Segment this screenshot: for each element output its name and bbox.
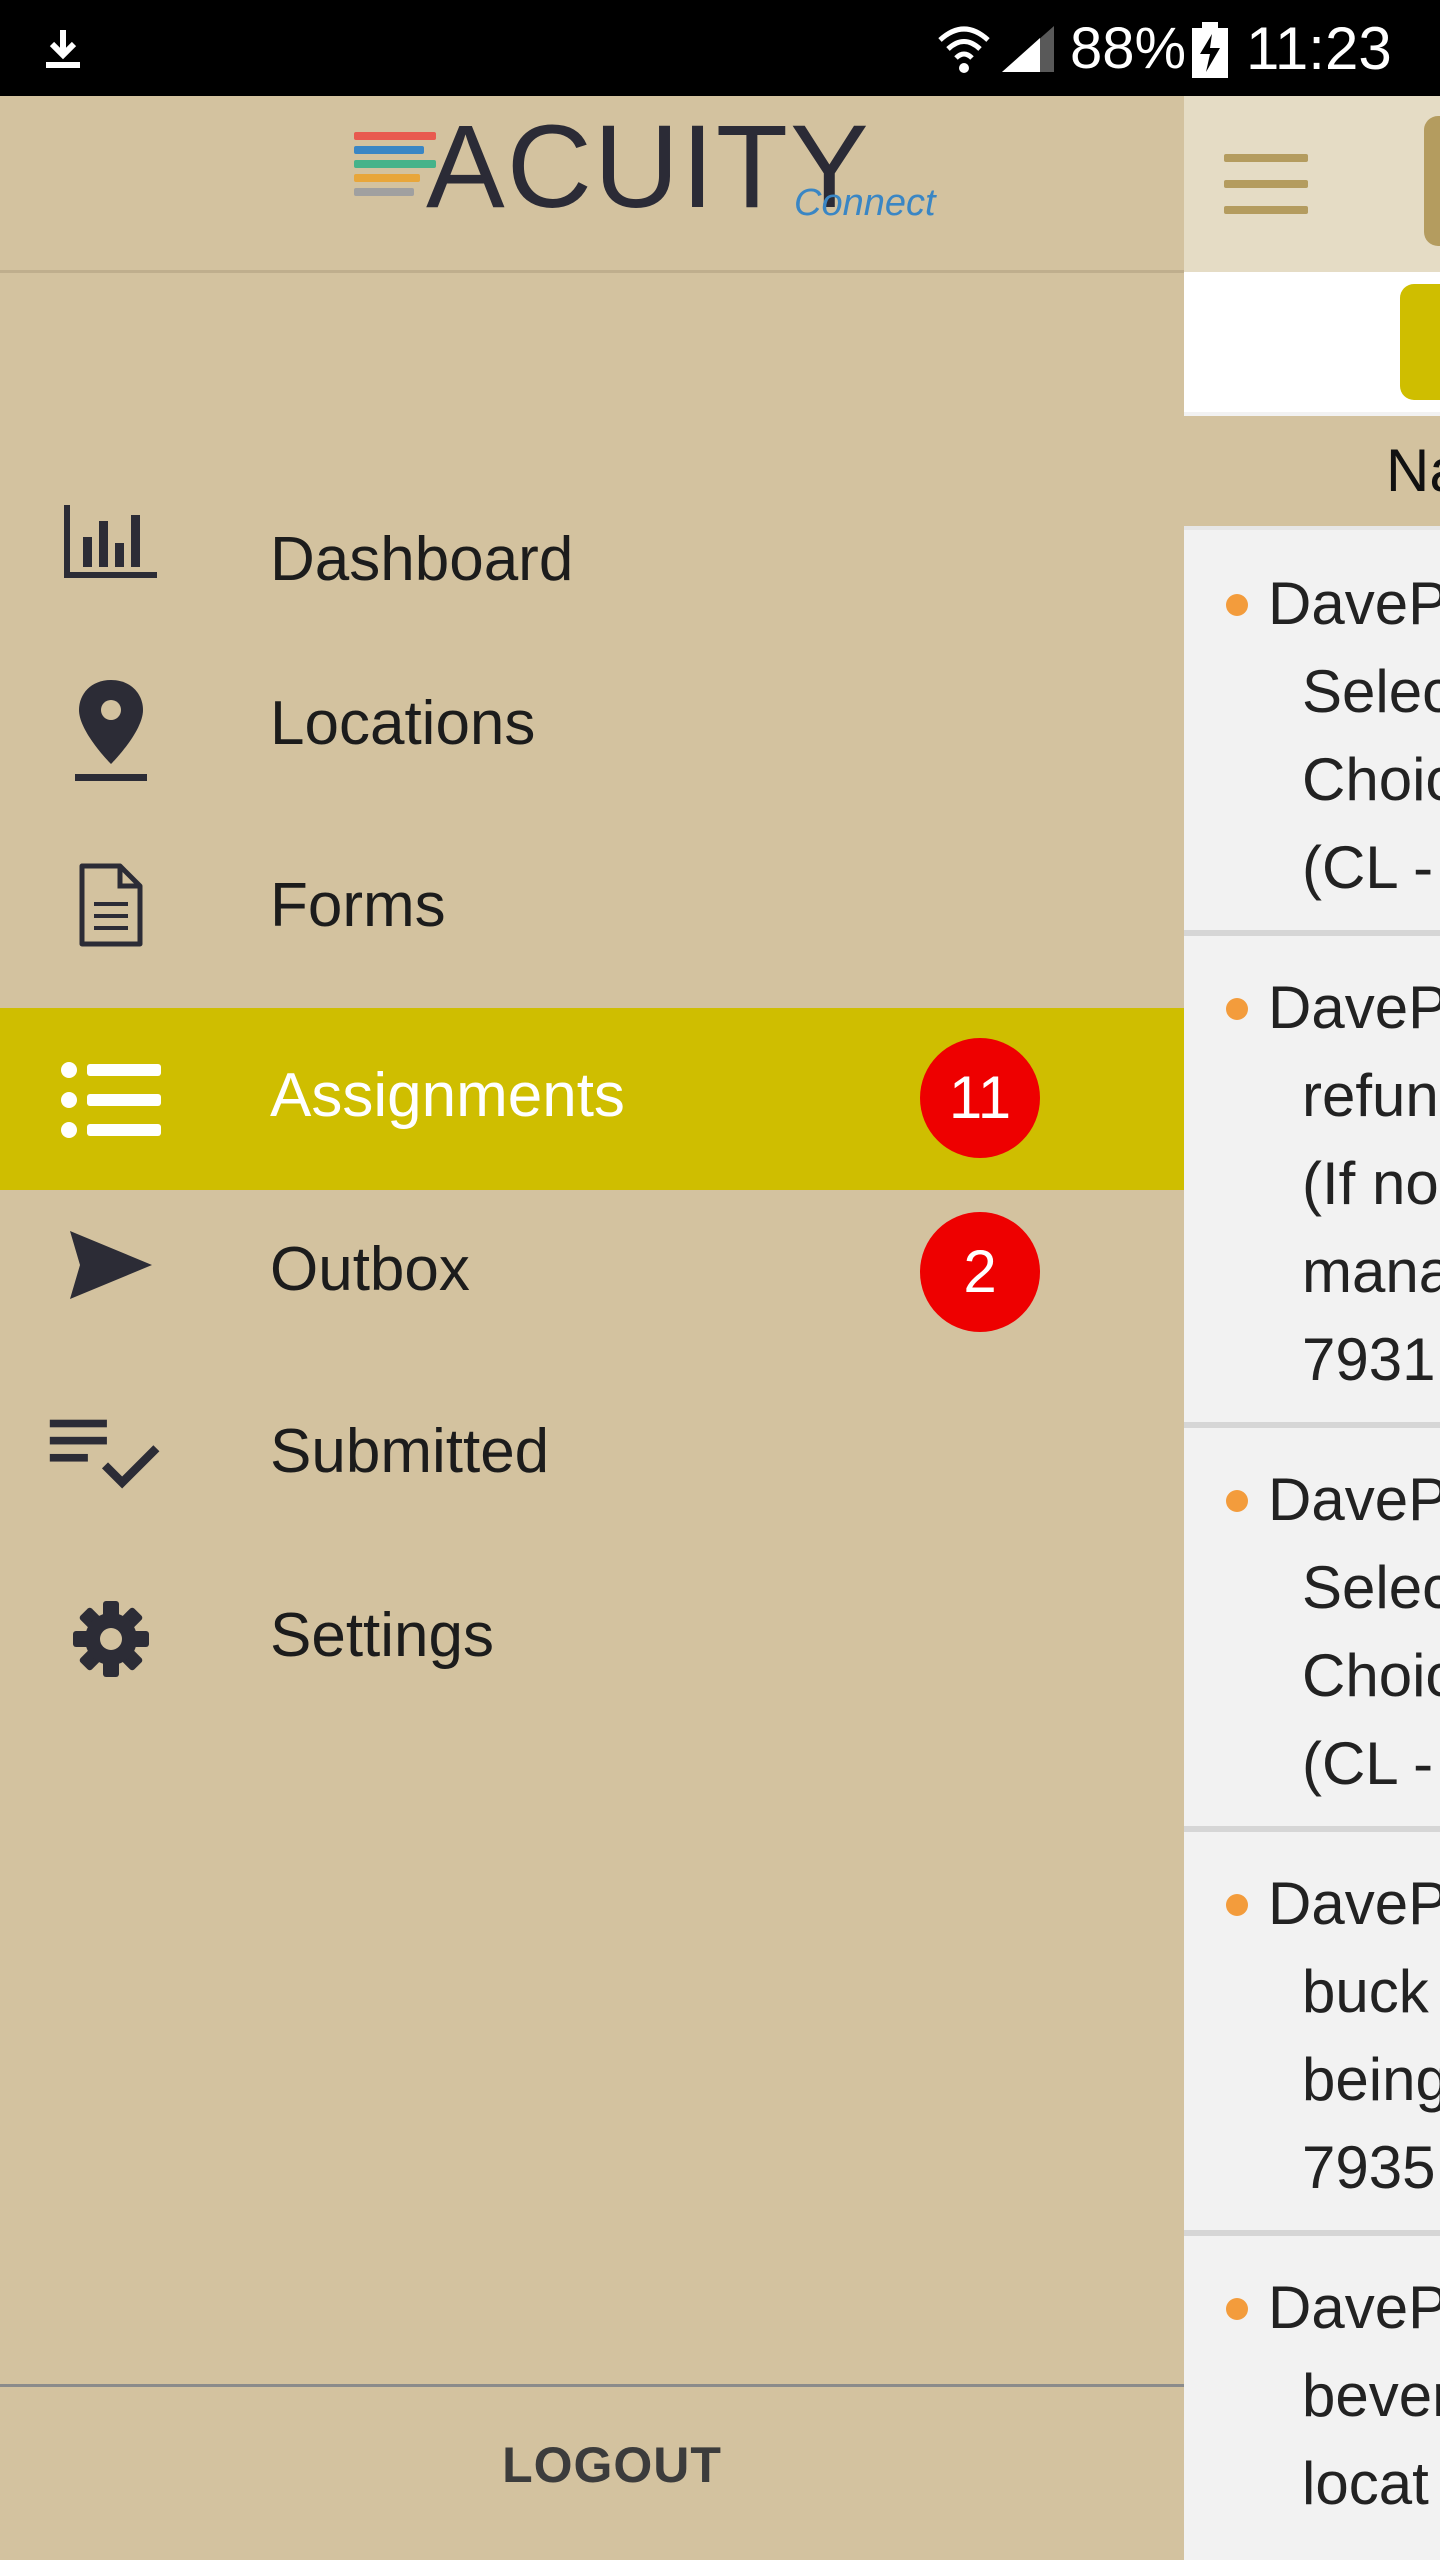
menu-label-submitted: Submitted xyxy=(270,1417,550,1486)
signal-icon xyxy=(1002,26,1054,72)
gear-icon xyxy=(52,1580,170,1698)
battery-charging-icon xyxy=(1192,22,1228,78)
status-bar: 88% 11:23 xyxy=(0,0,1440,96)
menu-label-locations: Locations xyxy=(270,689,536,758)
document-icon xyxy=(52,846,170,964)
hamburger-menu-icon[interactable] xyxy=(1224,154,1308,214)
list-item-text: Choic xyxy=(1302,746,1440,813)
list-item-text: 7931 xyxy=(1302,1326,1436,1393)
list-item-text: DaveP xyxy=(1268,1466,1440,1533)
menu-item-dashboard[interactable]: Dashboard xyxy=(0,470,1184,652)
list-item-text: Selec xyxy=(1302,658,1440,725)
list-item[interactable]: DaveP Selec Choic (CL - xyxy=(1184,1428,1440,1832)
menu-label-assignments: Assignments xyxy=(270,1061,625,1130)
list-item-text: being xyxy=(1302,2046,1440,2113)
logout-button[interactable]: LOGOUT xyxy=(0,2436,1184,2494)
app-bar-action-button[interactable] xyxy=(1424,116,1440,246)
list-item-text: DaveP xyxy=(1268,570,1440,637)
download-icon xyxy=(46,30,80,68)
menu-item-locations[interactable]: Locations xyxy=(0,646,1184,828)
list-icon xyxy=(52,1042,170,1160)
status-bullet-icon xyxy=(1226,1894,1248,1916)
list-item-text: DaveP xyxy=(1268,2274,1440,2341)
navigation-drawer: ACUITY Connect Dashboard Locations Forms… xyxy=(0,96,1184,2560)
list-item-text: (If no xyxy=(1302,1150,1439,1217)
wifi-icon xyxy=(938,26,990,73)
list-item-text: DaveP xyxy=(1268,974,1440,1041)
list-item[interactable]: DaveP refun (If no mana 7931 xyxy=(1184,936,1440,1428)
menu-label-dashboard: Dashboard xyxy=(270,525,574,594)
bar-chart-icon xyxy=(52,482,170,600)
list-item-text: Choic xyxy=(1302,1642,1440,1709)
list-item[interactable]: DaveP bever locat xyxy=(1184,2236,1440,2560)
assignments-list-panel: Na DaveP Selec Choic (CL - DaveP refun (… xyxy=(1184,96,1440,2560)
list-item[interactable]: DaveP Selec Choic (CL - xyxy=(1184,530,1440,936)
location-pin-icon xyxy=(52,670,170,788)
acuity-connect-logo: ACUITY Connect xyxy=(354,108,964,226)
menu-label-forms: Forms xyxy=(270,871,446,940)
checklist-icon xyxy=(46,1394,164,1512)
status-bullet-icon xyxy=(1226,998,1248,1020)
status-bullet-icon xyxy=(1226,594,1248,616)
send-icon xyxy=(52,1206,170,1324)
logo-subtitle: Connect xyxy=(794,182,936,224)
list-item-text: mana xyxy=(1302,1238,1440,1305)
list-item-text: (CL - xyxy=(1302,834,1434,901)
filter-button[interactable] xyxy=(1400,284,1440,400)
menu-label-outbox: Outbox xyxy=(270,1235,470,1304)
menu-item-assignments[interactable]: Assignments 11 xyxy=(0,1008,1184,1190)
menu-label-settings: Settings xyxy=(270,1601,495,1670)
list-item-text: Selec xyxy=(1302,1554,1440,1621)
outbox-count-badge: 2 xyxy=(920,1212,1040,1332)
column-header-name[interactable]: Na xyxy=(1386,436,1440,505)
status-clock: 11:23 xyxy=(1246,15,1392,82)
menu-item-submitted[interactable]: Submitted xyxy=(0,1372,1184,1554)
status-bullet-icon xyxy=(1226,2298,1248,2320)
list-item-text: refun xyxy=(1302,1062,1439,1129)
list-item-text: bever xyxy=(1302,2362,1440,2429)
menu-item-forms[interactable]: Forms xyxy=(0,824,1184,1006)
logout-divider xyxy=(0,2384,1184,2387)
battery-percent: 88% xyxy=(1070,16,1187,81)
status-bullet-icon xyxy=(1226,1490,1248,1512)
list-item-text: locat xyxy=(1302,2450,1429,2517)
list-item[interactable]: DaveP buck being 7935 xyxy=(1184,1832,1440,2236)
list-item-text: DaveP xyxy=(1268,1870,1440,1937)
drawer-header: ACUITY Connect xyxy=(0,96,1184,273)
list-item-text: buck xyxy=(1302,1958,1429,2025)
list-item-text: (CL - xyxy=(1302,1730,1434,1797)
menu-item-outbox[interactable]: Outbox 2 xyxy=(0,1190,1184,1372)
menu-item-settings[interactable]: Settings xyxy=(0,1556,1184,1738)
app-bar xyxy=(1184,96,1440,272)
assignments-count-badge: 11 xyxy=(920,1038,1040,1158)
list-item-text: 7935 xyxy=(1302,2134,1436,2201)
